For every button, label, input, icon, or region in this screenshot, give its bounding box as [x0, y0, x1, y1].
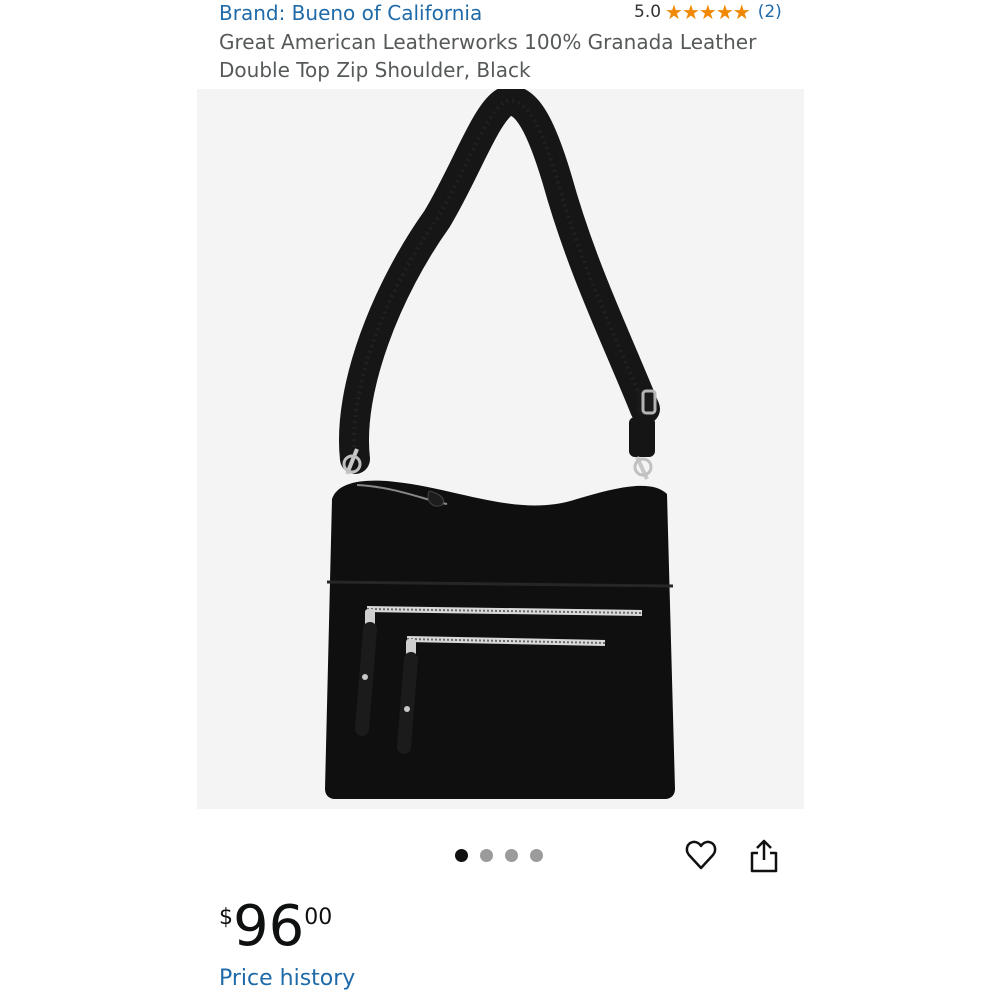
rating-summary[interactable]: 5.0 ★ ★ ★ ★ ★ (2) [634, 0, 782, 24]
star-icon: ★ [665, 0, 683, 24]
product-image[interactable] [197, 89, 804, 809]
heart-icon[interactable] [684, 838, 718, 872]
pagination-dot[interactable] [505, 849, 518, 862]
brand-link[interactable]: Brand: Bueno of California [219, 0, 482, 26]
star-icon: ★ [715, 0, 734, 24]
image-pagination[interactable] [455, 849, 543, 862]
pagination-dot-active[interactable] [455, 849, 468, 862]
price: $ 96 00 [219, 895, 332, 959]
share-icon[interactable] [748, 838, 780, 874]
pagination-dot[interactable] [530, 849, 543, 862]
price-fraction: 00 [304, 905, 333, 930]
rating-count-link[interactable]: (2) [758, 2, 782, 22]
pagination-dot[interactable] [480, 849, 493, 862]
star-icon: ★ [681, 0, 700, 24]
price-history-link[interactable]: Price history [219, 966, 355, 991]
price-whole: 96 [233, 894, 305, 959]
rating-stars: ★ ★ ★ ★ ★ [665, 0, 751, 24]
rating-score: 5.0 [634, 2, 662, 22]
price-currency: $ [219, 905, 233, 930]
star-icon: ★ [732, 0, 751, 24]
product-title: Great American Leatherworks 100% Granada… [219, 30, 757, 82]
star-icon: ★ [698, 0, 717, 24]
handbag-illustration [325, 89, 675, 799]
